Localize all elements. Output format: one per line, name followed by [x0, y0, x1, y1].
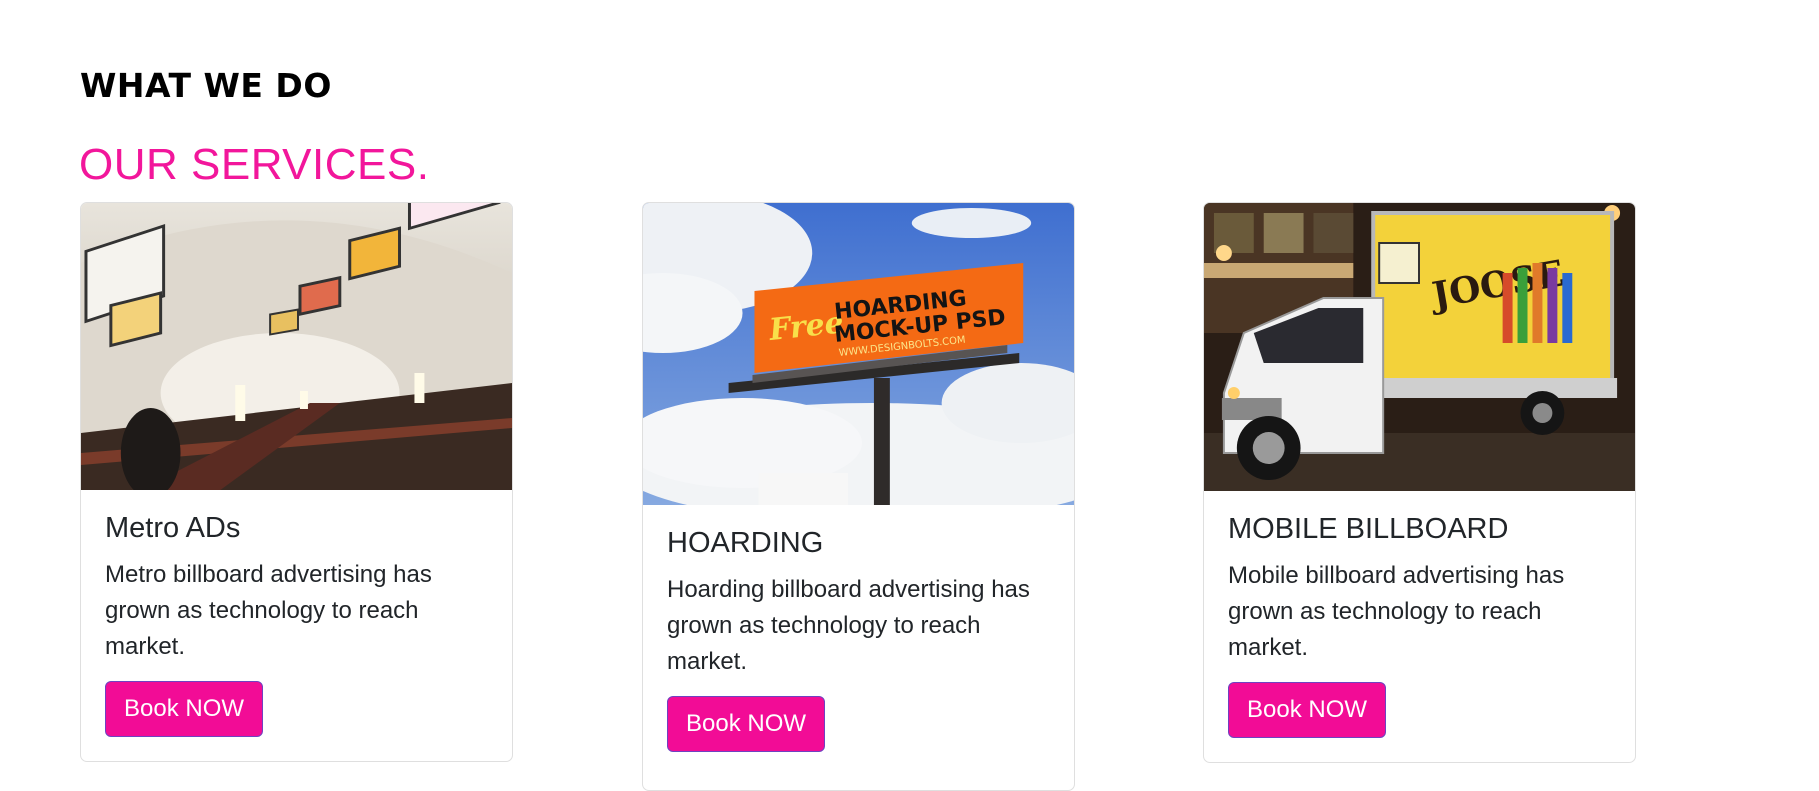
mobile-billboard-truck-image: JOOSE — [1204, 203, 1635, 491]
service-card-metro: Metro ADs Metro billboard advertising ha… — [80, 202, 513, 762]
card-title: MOBILE BILLBOARD — [1228, 513, 1509, 545]
card-title: HOARDING — [667, 527, 824, 559]
service-card-mobile-billboard: JOOSE MOBILE BILLBOARD Mobile billboard … — [1203, 202, 1636, 763]
book-now-button[interactable]: Book NOW — [1228, 682, 1387, 738]
book-now-button[interactable]: Book NOW — [667, 696, 826, 752]
card-title: Metro ADs — [105, 512, 241, 544]
card-text: Mobile billboard advertising has grown a… — [1228, 562, 1565, 661]
section-eyebrow: WHAT WE DO — [80, 66, 332, 105]
card-text: Metro billboard advertising has grown as… — [105, 561, 432, 660]
hoarding-billboard-image: Free HOARDING MOCK-UP PSD WWW.DESIGNBOLT… — [643, 203, 1074, 505]
metro-escalator-image — [81, 203, 512, 490]
service-card-hoarding: Free HOARDING MOCK-UP PSD WWW.DESIGNBOLT… — [642, 202, 1075, 791]
section-headline: OUR SERVICES. — [79, 140, 430, 189]
card-text: Hoarding billboard advertising has grown… — [667, 576, 1030, 675]
book-now-button[interactable]: Book NOW — [105, 681, 264, 737]
